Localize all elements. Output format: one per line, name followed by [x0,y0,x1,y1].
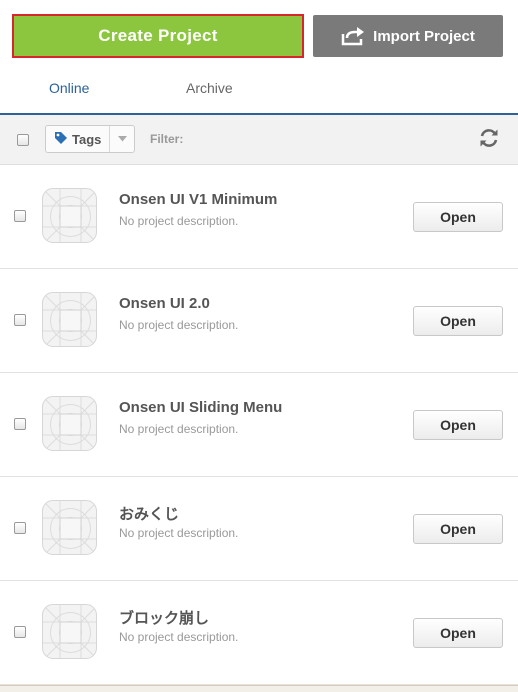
bottom-divider [0,685,518,692]
import-icon [341,26,365,46]
app-placeholder-icon [42,396,97,451]
refresh-icon[interactable] [478,127,500,149]
create-project-button[interactable]: Create Project [12,14,304,58]
project-description: No project description. [119,318,239,332]
filter-label: Filter: [150,132,184,146]
open-button[interactable]: Open [413,410,503,440]
project-title: おみくじ [119,506,180,523]
project-row: Onsen UI V1 Minimum No project descripti… [0,165,518,269]
tags-dropdown[interactable]: Tags [45,125,135,153]
import-project-button[interactable]: Import Project [313,15,503,57]
project-description: No project description. [119,630,239,644]
import-project-label: Import Project [373,27,475,45]
project-row: ブロック崩し No project description. Open [0,581,518,685]
top-action-bar: Create Project Import Project [0,0,518,66]
select-all-checkbox[interactable] [17,134,29,146]
project-title: Onsen UI V1 Minimum [119,191,278,208]
project-checkbox[interactable] [14,210,26,222]
project-row: Onsen UI 2.0 No project description. Ope… [0,269,518,373]
open-button[interactable]: Open [413,618,503,648]
project-title: Onsen UI Sliding Menu [119,399,283,416]
list-toolbar: Tags Filter: [0,115,518,165]
chevron-down-icon[interactable] [110,126,134,152]
open-button[interactable]: Open [413,202,503,232]
app-placeholder-icon [42,292,97,347]
tags-label: Tags [72,131,102,147]
project-title: Onsen UI 2.0 [119,295,210,312]
tag-icon [54,131,68,148]
app-placeholder-icon [42,500,97,555]
project-checkbox[interactable] [14,418,26,430]
app-placeholder-icon [42,188,97,243]
project-row: おみくじ No project description. Open [0,477,518,581]
project-description: No project description. [119,422,239,436]
tab-archive[interactable]: Archive [186,80,233,96]
tab-online[interactable]: Online [49,80,89,96]
open-button[interactable]: Open [413,306,503,336]
project-checkbox[interactable] [14,626,26,638]
project-tabs: Online Archive [0,66,518,115]
project-row: Onsen UI Sliding Menu No project descrip… [0,373,518,477]
project-checkbox[interactable] [14,314,26,326]
project-list: Onsen UI V1 Minimum No project descripti… [0,165,518,685]
project-title: ブロック崩し [119,610,210,627]
open-button[interactable]: Open [413,514,503,544]
tags-button[interactable]: Tags [46,126,110,152]
app-placeholder-icon [42,604,97,659]
project-description: No project description. [119,526,239,540]
project-description: No project description. [119,214,239,228]
project-checkbox[interactable] [14,522,26,534]
